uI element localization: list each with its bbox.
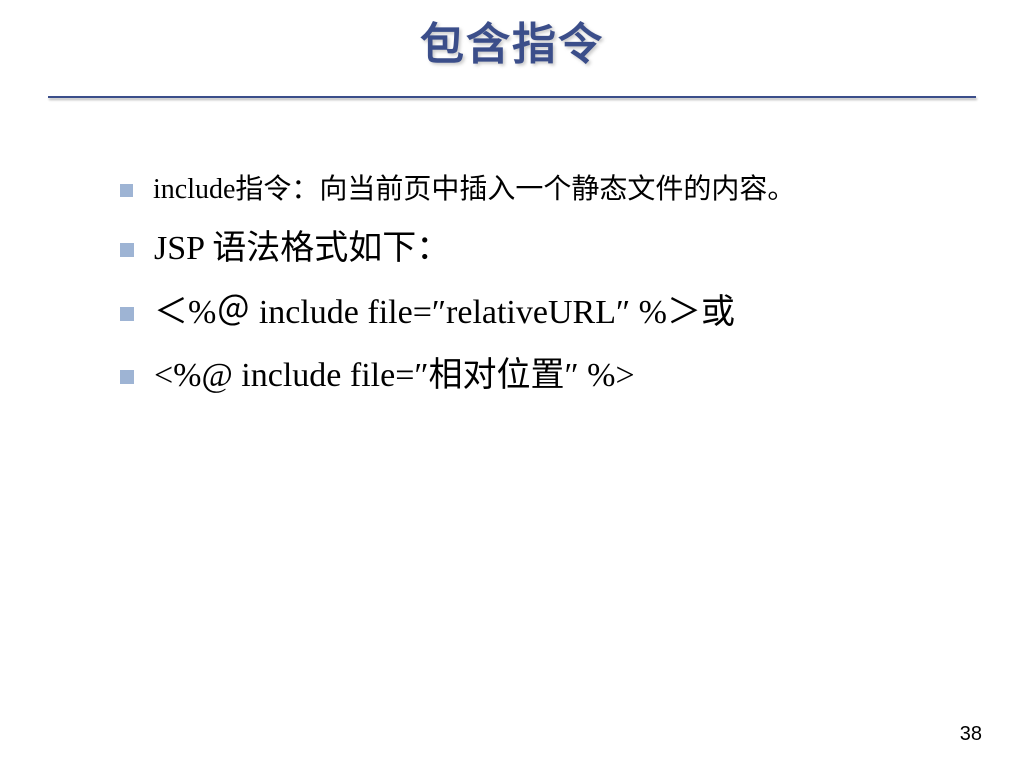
bullet-square-icon (120, 243, 134, 257)
title-underline (48, 96, 976, 98)
slide-container: 包含指令 include指令：向当前页中插入一个静态文件的内容。 JSP 语法格… (0, 0, 1024, 768)
page-number: 38 (960, 723, 982, 746)
bullet-square-icon (120, 370, 134, 384)
bullet-text: JSP 语法格式如下： (154, 225, 952, 273)
bullet-text: include指令：向当前页中插入一个静态文件的内容。 (153, 170, 952, 209)
content-area: include指令：向当前页中插入一个静态文件的内容。 JSP 语法格式如下： … (48, 170, 976, 400)
bullet-square-icon (120, 184, 133, 197)
bullet-text: <%@ include file=″相对位置″ %> (154, 352, 952, 400)
bullet-item: ＜%＠ include file=″relativeURL″ %＞或 (120, 289, 952, 337)
bullet-square-icon (120, 307, 134, 321)
slide-title: 包含指令 (48, 8, 976, 72)
bullet-item: JSP 语法格式如下： (120, 225, 952, 273)
bullet-item: include指令：向当前页中插入一个静态文件的内容。 (120, 170, 952, 209)
bullet-text: ＜%＠ include file=″relativeURL″ %＞或 (154, 289, 952, 337)
bullet-item: <%@ include file=″相对位置″ %> (120, 352, 952, 400)
